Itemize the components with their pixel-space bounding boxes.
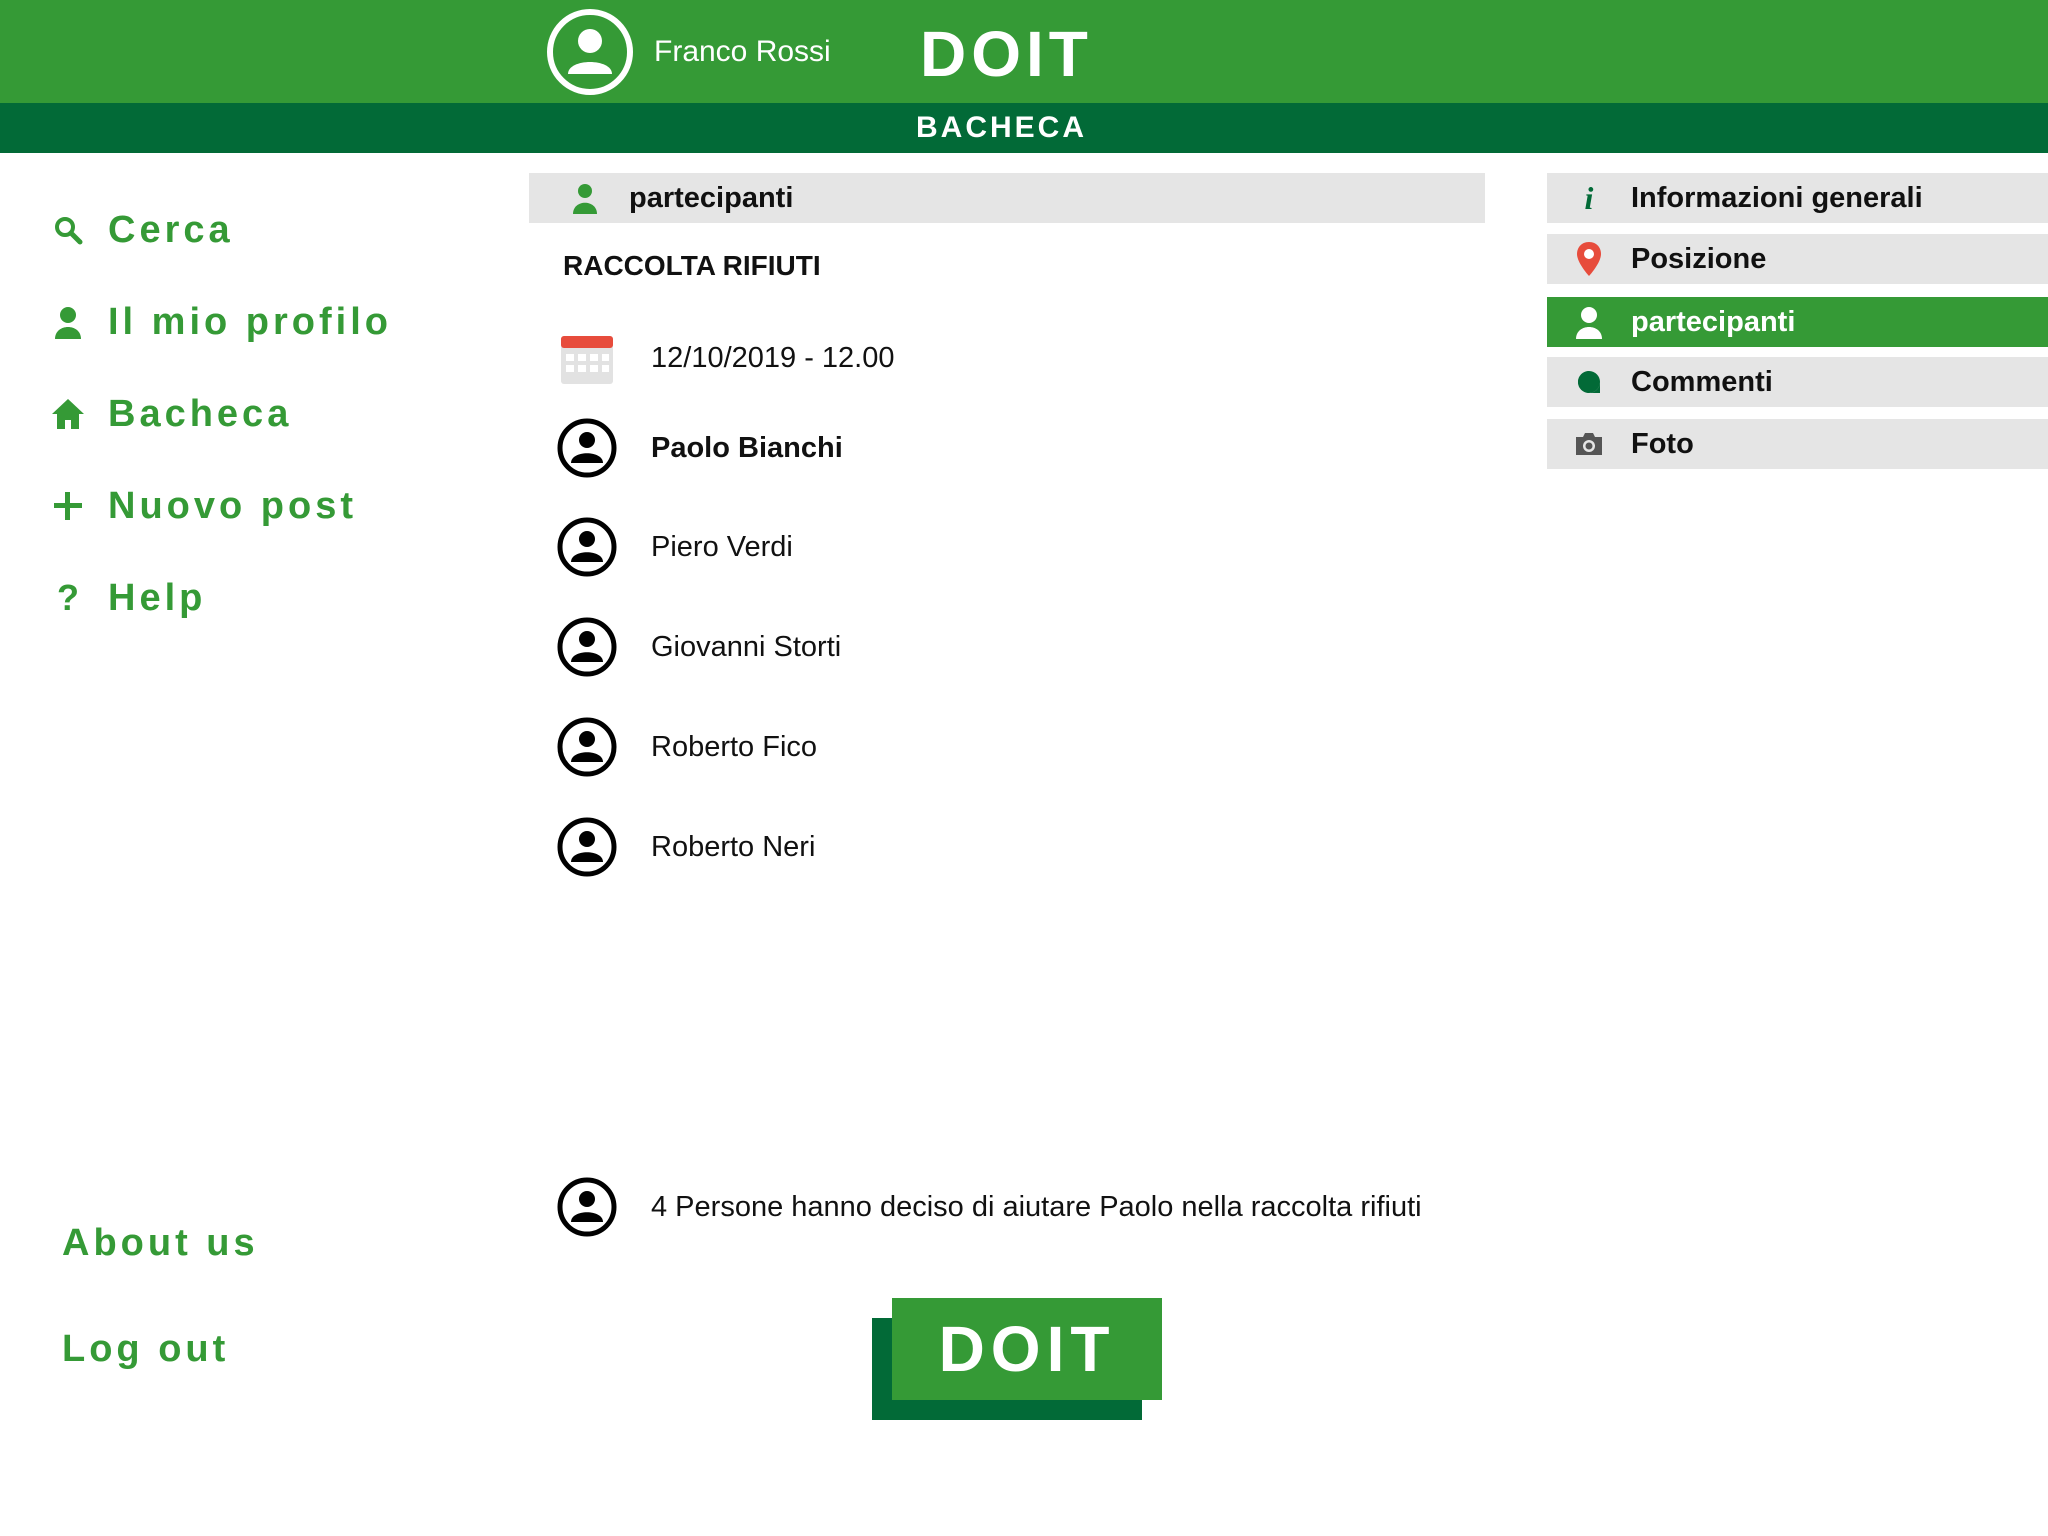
sidebar-item-help[interactable]: ? Help [48, 568, 206, 628]
organizer-row[interactable]: Paolo Bianchi [555, 416, 843, 480]
participant-name: Piero Verdi [651, 530, 793, 563]
participant-name: Roberto Neri [651, 830, 816, 863]
user-avatar-icon [555, 416, 619, 480]
participation-summary: 4 Persone hanno deciso di aiutare Paolo … [651, 1190, 1422, 1223]
user-avatar-icon[interactable] [546, 8, 634, 96]
current-user-name: Franco Rossi [654, 35, 831, 68]
user-icon [567, 180, 603, 216]
sidebar-item-profilo[interactable]: Il mio profilo [48, 292, 392, 352]
event-date-row: 12/10/2019 - 12.00 [555, 326, 894, 390]
user-icon [48, 302, 88, 342]
camera-icon [1569, 424, 1609, 464]
tab-foto[interactable]: Foto [1547, 419, 2048, 469]
tab-label: Foto [1631, 427, 1694, 460]
participants-section-header: partecipanti [529, 173, 1485, 223]
sidebar-item-label: Cerca [108, 208, 234, 251]
sidebar-item-nuovo-post[interactable]: Nuovo post [48, 476, 357, 536]
sidebar-item-label: Il mio profilo [108, 300, 392, 343]
tab-informazioni-generali[interactable]: i Informazioni generali [1547, 173, 2048, 223]
tab-posizione[interactable]: Posizione [1547, 234, 2048, 284]
home-icon [48, 394, 88, 434]
user-avatar-icon [555, 1175, 619, 1239]
about-us-link[interactable]: About us [62, 1222, 259, 1265]
participant-row[interactable]: Roberto Fico [555, 715, 817, 779]
participant-row[interactable]: Piero Verdi [555, 515, 793, 579]
tab-partecipanti[interactable]: partecipanti [1547, 297, 2048, 347]
app-logo[interactable]: DOIT [920, 14, 1093, 94]
tab-commenti[interactable]: Commenti [1547, 357, 2048, 407]
sidebar-item-bacheca[interactable]: Bacheca [48, 384, 292, 444]
user-avatar-icon [555, 615, 619, 679]
tab-label: Informazioni generali [1631, 181, 1923, 214]
participant-name: Giovanni Storti [651, 630, 842, 663]
sidebar-item-label: Nuovo post [108, 484, 357, 527]
user-avatar-icon [555, 815, 619, 879]
participant-row[interactable]: Roberto Neri [555, 815, 815, 879]
user-avatar-icon [555, 515, 619, 579]
organizer-name: Paolo Bianchi [651, 431, 843, 464]
participant-row[interactable]: Giovanni Storti [555, 615, 841, 679]
sidebar-item-label: Bacheca [108, 392, 293, 435]
calendar-icon [555, 326, 619, 390]
participant-name: Roberto Fico [651, 730, 818, 763]
plus-icon [48, 486, 88, 526]
event-title: RACCOLTA RIFIUTI [563, 250, 821, 281]
doit-button[interactable]: DOIT [892, 1298, 1162, 1400]
question-icon: ? [57, 577, 79, 618]
user-avatar-icon [555, 715, 619, 779]
tab-label: Posizione [1631, 242, 1767, 275]
comment-icon [1569, 362, 1609, 402]
tab-label: partecipanti [1631, 305, 1796, 338]
sidebar-item-label: Help [108, 576, 207, 619]
info-icon: i [1584, 179, 1594, 216]
event-datetime: 12/10/2019 - 12.00 [651, 341, 895, 374]
search-icon [48, 210, 88, 250]
section-header-label: partecipanti [629, 181, 794, 214]
location-pin-icon [1569, 239, 1609, 279]
tab-label: Commenti [1631, 365, 1773, 398]
summary-row: 4 Persone hanno deciso di aiutare Paolo … [555, 1175, 1422, 1239]
user-icon [1569, 302, 1609, 342]
logout-link[interactable]: Log out [62, 1328, 229, 1371]
sidebar-item-cerca[interactable]: Cerca [48, 200, 234, 260]
section-title: BACHECA [916, 111, 1087, 144]
